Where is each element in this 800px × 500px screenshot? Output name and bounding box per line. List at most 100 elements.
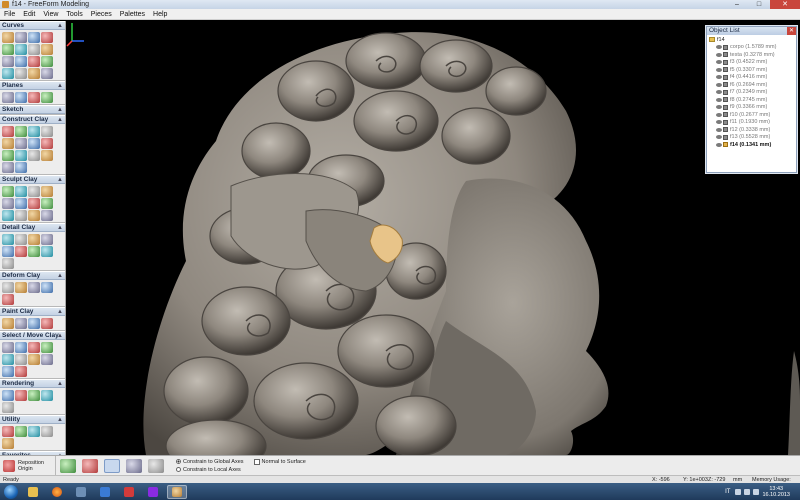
tool-button-icon[interactable] [2,162,14,173]
tool-button-icon[interactable] [41,354,53,365]
tool-button-icon[interactable] [28,318,40,329]
object-list-item[interactable]: f9 (0.3366 mm) [709,104,794,112]
tool-button-icon[interactable] [2,210,14,221]
curve-tool-icon[interactable] [60,458,76,473]
visibility-eye-icon[interactable] [716,127,722,132]
tool-button-icon[interactable] [15,68,27,79]
tool-button-icon[interactable] [28,56,40,67]
collapse-arrow-icon[interactable]: ▲ [57,416,63,424]
object-list-item[interactable]: f14 (0.1341 mm) [709,141,794,149]
tool-button-icon[interactable] [2,426,14,437]
tool-button-icon[interactable] [28,342,40,353]
tool-button-icon[interactable] [15,426,27,437]
tool-button-icon[interactable] [15,44,27,55]
start-button[interactable] [4,484,18,499]
tool-button-icon[interactable] [28,282,40,293]
tool-button-icon[interactable] [15,210,27,221]
tool-button-icon[interactable] [28,198,40,209]
collapse-arrow-icon[interactable]: ▲ [57,176,63,184]
normal-to-surface-option[interactable]: Normal to Surface [253,458,306,465]
tool-button-icon[interactable] [2,92,14,103]
rotate-tool-icon[interactable] [126,458,142,473]
tool-button-icon[interactable] [2,294,14,305]
palette-section-header[interactable]: Select / Move Clay ▲ [0,331,65,340]
tool-button-icon[interactable] [15,282,27,293]
menu-file[interactable]: File [0,11,19,18]
tool-button-icon[interactable] [41,198,53,209]
language-indicator[interactable]: IT [725,489,730,495]
tool-button-icon[interactable] [28,246,40,257]
tool-button-icon[interactable] [41,426,53,437]
object-list-root[interactable]: f14 [709,36,794,44]
visibility-eye-icon[interactable] [716,45,722,50]
object-list-item[interactable]: f11 (0.1930 mm) [709,119,794,127]
tool-button-icon[interactable] [15,150,27,161]
tool-button-icon[interactable] [41,342,53,353]
tool-button-icon[interactable] [15,162,27,173]
tool-button-icon[interactable] [15,318,27,329]
menu-edit[interactable]: Edit [19,11,39,18]
reposition-origin-button[interactable]: Reposition Origin [0,455,56,476]
tool-button-icon[interactable] [2,186,14,197]
tool-button-icon[interactable] [2,318,14,329]
tool-button-icon[interactable] [41,390,53,401]
tool-button-icon[interactable] [15,234,27,245]
3d-viewport[interactable] [66,21,800,455]
tool-button-icon[interactable] [41,150,53,161]
object-list-item[interactable]: f4 (0.4416 mm) [709,74,794,82]
tool-button-icon[interactable] [28,354,40,365]
tool-button-icon[interactable] [41,68,53,79]
visibility-eye-icon[interactable] [716,120,722,125]
tool-button-icon[interactable] [41,138,53,149]
pose-tool-icon[interactable] [82,458,98,473]
tool-button-icon[interactable] [2,234,14,245]
tool-button-icon[interactable] [28,234,40,245]
tool-button-icon[interactable] [41,318,53,329]
tray-volume-icon[interactable] [753,488,760,495]
object-list-item[interactable]: f10 (0.2677 mm) [709,111,794,119]
tool-button-icon[interactable] [28,210,40,221]
maximize-button[interactable]: □ [748,0,770,9]
move-tool-icon[interactable] [104,458,120,473]
tool-button-icon[interactable] [28,32,40,43]
visibility-eye-icon[interactable] [716,105,722,110]
palette-section-header[interactable]: Utility ▲ [0,415,65,424]
object-list-item[interactable]: f12 (0.3338 mm) [709,126,794,134]
taskbar-app6[interactable] [143,485,163,499]
menu-pieces[interactable]: Pieces [87,11,116,18]
palette-section-header[interactable]: Paint Clay ▲ [0,307,65,316]
tool-button-icon[interactable] [15,32,27,43]
constrain-local-option[interactable]: Constrain to Local Axes [176,466,244,474]
tool-button-icon[interactable] [2,198,14,209]
tool-button-icon[interactable] [41,32,53,43]
tool-button-icon[interactable] [15,390,27,401]
menu-tools[interactable]: Tools [62,11,86,18]
tool-button-icon[interactable] [28,150,40,161]
palette-section-header[interactable]: Detail Clay ▲ [0,223,65,232]
visibility-eye-icon[interactable] [716,82,722,87]
tool-button-icon[interactable] [41,56,53,67]
tool-button-icon[interactable] [41,282,53,293]
menu-view[interactable]: View [39,11,62,18]
tool-button-icon[interactable] [41,44,53,55]
tool-button-icon[interactable] [15,126,27,137]
collapse-arrow-icon[interactable]: ▲ [57,106,63,114]
collapse-arrow-icon[interactable]: ▲ [57,224,63,232]
tool-button-icon[interactable] [2,150,14,161]
palette-section-header[interactable]: Deform Clay ▲ [0,271,65,280]
tool-button-icon[interactable] [15,246,27,257]
tool-button-icon[interactable] [2,56,14,67]
collapse-arrow-icon[interactable]: ▲ [57,116,63,124]
tool-button-icon[interactable] [28,44,40,55]
visibility-eye-icon[interactable] [716,67,722,72]
tool-button-icon[interactable] [2,402,14,413]
menu-help[interactable]: Help [149,11,171,18]
constrain-global-option[interactable]: Constrain to Global Axes [176,458,244,466]
tool-button-icon[interactable] [41,246,53,257]
tool-button-icon[interactable] [41,186,53,197]
tool-button-icon[interactable] [15,138,27,149]
radio-global[interactable] [176,459,181,464]
object-list-item[interactable]: f8 (0.2745 mm) [709,96,794,104]
minimize-button[interactable]: – [726,0,748,9]
menu-palettes[interactable]: Palettes [116,11,149,18]
